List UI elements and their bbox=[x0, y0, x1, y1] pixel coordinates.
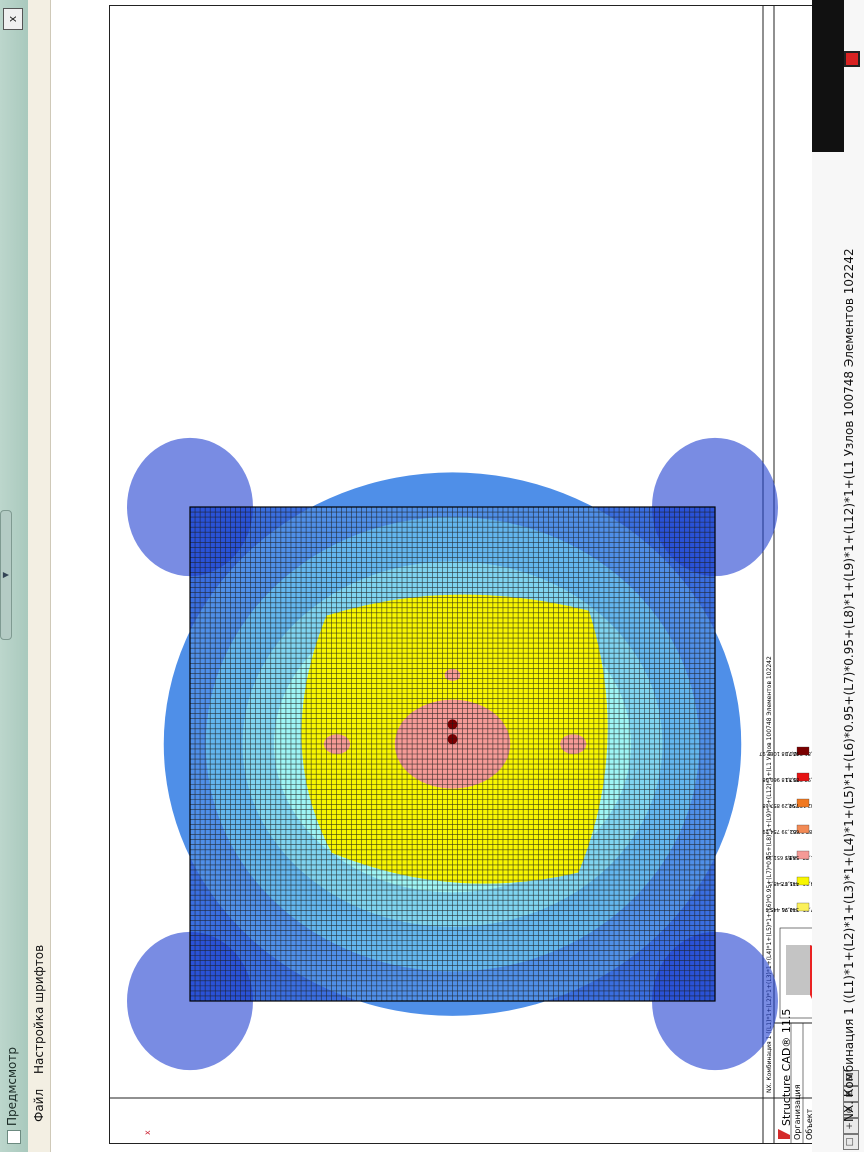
menu-file[interactable]: Файл bbox=[32, 1089, 46, 1122]
drawing-sheet: NX. Комбинация 1 ((L1)*1+(L2)*1+(L3)*1+(… bbox=[109, 5, 849, 1144]
window-checkbox[interactable] bbox=[7, 1130, 21, 1144]
legend-label-11: 754,29 857,18 bbox=[762, 802, 799, 808]
menubar: Файл Настройка шрифтов bbox=[28, 0, 51, 1152]
legend-label-7: 342,71 445,6 bbox=[766, 906, 799, 912]
app-logo-icon bbox=[844, 51, 860, 67]
status-text: NX. Комбинация 1 ((L1)*1+(L2)*1+(L3)*1+(… bbox=[842, 248, 856, 1122]
stamp-row-0: Организация bbox=[793, 1084, 802, 1140]
dark-strip bbox=[812, 0, 844, 152]
zoom-window-icon[interactable]: □ bbox=[843, 1134, 859, 1150]
window-title: Предмсмотр bbox=[5, 1047, 19, 1126]
legend-label-10: 651,39 754,29 bbox=[762, 828, 799, 834]
close-button[interactable]: x bbox=[3, 8, 23, 30]
axis-marker-icon: x bbox=[143, 1130, 152, 1135]
brand-logo-icon bbox=[778, 1129, 790, 1139]
legend-label-13: 960,08 1062,97 bbox=[759, 750, 799, 756]
brand-name: Structure CAD® 11.5 bbox=[780, 1009, 793, 1126]
preview-canvas: NX. Комбинация 1 ((L1)*1+(L2)*1+(L3)*1+(… bbox=[51, 0, 849, 1152]
menu-font-settings[interactable]: Настройка шрифтов bbox=[32, 945, 46, 1074]
collapse-tab[interactable]: ▼ bbox=[0, 510, 12, 640]
sheet-drawing: NX. Комбинация 1 ((L1)*1+(L2)*1+(L3)*1+(… bbox=[110, 6, 848, 1143]
legend-label-12: 857,18 960,08 bbox=[762, 776, 799, 782]
legend-label-8: 445,6 548,5 bbox=[769, 880, 799, 886]
legend-label-9: 548,5 651,39 bbox=[766, 854, 799, 860]
